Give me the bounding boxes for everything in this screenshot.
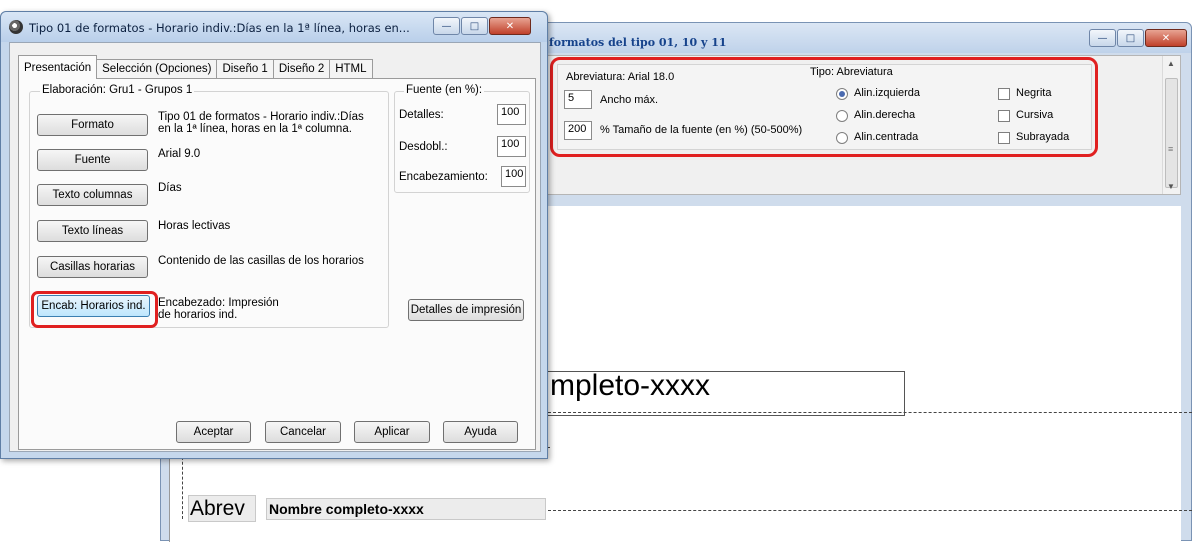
checkbox-subrayada[interactable]: [998, 132, 1010, 144]
ancho-input[interactable]: 5: [564, 90, 592, 109]
maximize-icon[interactable]: □: [461, 17, 488, 35]
minimize-icon[interactable]: —: [433, 17, 460, 35]
checkbox-negrita[interactable]: [998, 88, 1010, 100]
tab-diseno-2[interactable]: Diseño 2: [272, 59, 331, 79]
texto-columnas-button[interactable]: Texto columnas: [37, 184, 148, 206]
encab-highlight: [31, 291, 158, 328]
scroll-down-icon[interactable]: ▼: [1167, 182, 1175, 191]
formato-desc-line1: Tipo 01 de formatos - Horario indiv.:Día…: [158, 111, 364, 123]
encab-desc-line2: de horarios ind.: [158, 309, 238, 321]
elaboracion-title: Elaboración: Gru1 - Grupos 1: [40, 84, 195, 96]
alin-centrada-label: Alin.centrada: [854, 131, 919, 143]
ancho-label: Ancho máx.: [600, 94, 659, 106]
texto-lineas-desc: Horas lectivas: [158, 220, 231, 232]
detalles-label: Detalles:: [399, 109, 444, 121]
close-icon[interactable]: ✕: [489, 17, 531, 35]
tab-html[interactable]: HTML: [329, 59, 373, 79]
casillas-horarias-button[interactable]: Casillas horarias: [37, 256, 148, 278]
app-icon: [9, 20, 23, 34]
bg-window-title: formatos del tipo 01, 10 y 11: [549, 36, 727, 49]
tab-diseno-1[interactable]: Diseño 1: [216, 59, 274, 79]
scroll-up-icon[interactable]: ▲: [1167, 59, 1175, 68]
encab-desc-line1: Encabezado: Impresión: [158, 297, 279, 309]
scroll-thumb[interactable]: [1165, 78, 1178, 188]
fuente-desc: Arial 9.0: [158, 148, 201, 160]
radio-alin-derecha[interactable]: [836, 110, 848, 122]
tab-strip: Presentación Selección (Opciones) Diseño…: [18, 55, 373, 79]
desdobl-input[interactable]: 100: [497, 136, 526, 157]
desdobl-label: Desdobl.:: [399, 141, 448, 153]
formato-desc-line2: en la 1ª línea, horas en la 1ª columna.: [158, 123, 352, 135]
abreviatura-label: Abreviatura: Arial 18.0: [566, 71, 675, 83]
fuente-group-title: Fuente (en %):: [404, 84, 485, 96]
dashed-guide-line: [548, 412, 1192, 413]
encabezamiento-label: Encabezamiento:: [399, 171, 488, 183]
cursiva-label: Cursiva: [1016, 109, 1054, 121]
texto-lineas-button[interactable]: Texto líneas: [37, 220, 148, 242]
dialog-title: Tipo 01 de formatos - Horario indiv.:Día…: [29, 21, 410, 35]
highlighted-options-panel: Abreviatura: Arial 18.0 Tipo: Abreviatur…: [550, 57, 1098, 157]
negrita-label: Negrita: [1016, 87, 1052, 99]
minimize-icon[interactable]: —: [1089, 29, 1116, 47]
scroll-grip-icon: ≡: [1168, 144, 1174, 154]
dashed-guide-line: [548, 510, 1192, 511]
subrayada-label: Subrayada: [1016, 131, 1070, 143]
radio-alin-izquierda[interactable]: [836, 88, 848, 100]
cancelar-button[interactable]: Cancelar: [265, 421, 341, 443]
vertical-scrollbar[interactable]: ▲ ≡ ▼: [1162, 56, 1180, 194]
encabezamiento-input[interactable]: 100: [501, 166, 526, 187]
alin-derecha-label: Alin.derecha: [854, 109, 916, 121]
abrev-field[interactable]: Abrev: [188, 495, 256, 522]
options-group: Abreviatura: Arial 18.0 Tipo: Abreviatur…: [557, 64, 1092, 150]
aceptar-button[interactable]: Aceptar: [176, 421, 251, 443]
font-size-label: % Tamaño de la fuente (en %) (50-500%): [600, 124, 803, 136]
dialog-titlebar[interactable]: Tipo 01 de formatos - Horario indiv.:Día…: [1, 12, 547, 42]
tab-presentacion[interactable]: Presentación: [18, 55, 98, 79]
nombre-field[interactable]: Nombre completo-xxxx: [266, 498, 546, 520]
tab-seleccion[interactable]: Selección (Opciones): [96, 59, 218, 79]
fuente-button[interactable]: Fuente: [37, 149, 148, 171]
font-size-input[interactable]: 200: [564, 121, 592, 140]
ayuda-button[interactable]: Ayuda: [443, 421, 518, 443]
tipo-label: Tipo: Abreviatura: [810, 66, 893, 78]
formato-button[interactable]: Formato: [37, 114, 148, 136]
detalles-impresion-button[interactable]: Detalles de impresión: [408, 299, 524, 321]
radio-alin-centrada[interactable]: [836, 132, 848, 144]
texto-columnas-desc: Días: [158, 182, 182, 194]
name-field-text: mpleto-xxxx: [550, 369, 711, 402]
maximize-icon[interactable]: □: [1117, 29, 1144, 47]
aplicar-button[interactable]: Aplicar: [354, 421, 430, 443]
casillas-horarias-desc: Contenido de las casillas de los horario…: [158, 255, 364, 267]
alin-izquierda-label: Alin.izquierda: [854, 87, 921, 99]
close-icon[interactable]: ✕: [1145, 29, 1187, 47]
checkbox-cursiva[interactable]: [998, 110, 1010, 122]
detalles-input[interactable]: 100: [497, 104, 526, 125]
